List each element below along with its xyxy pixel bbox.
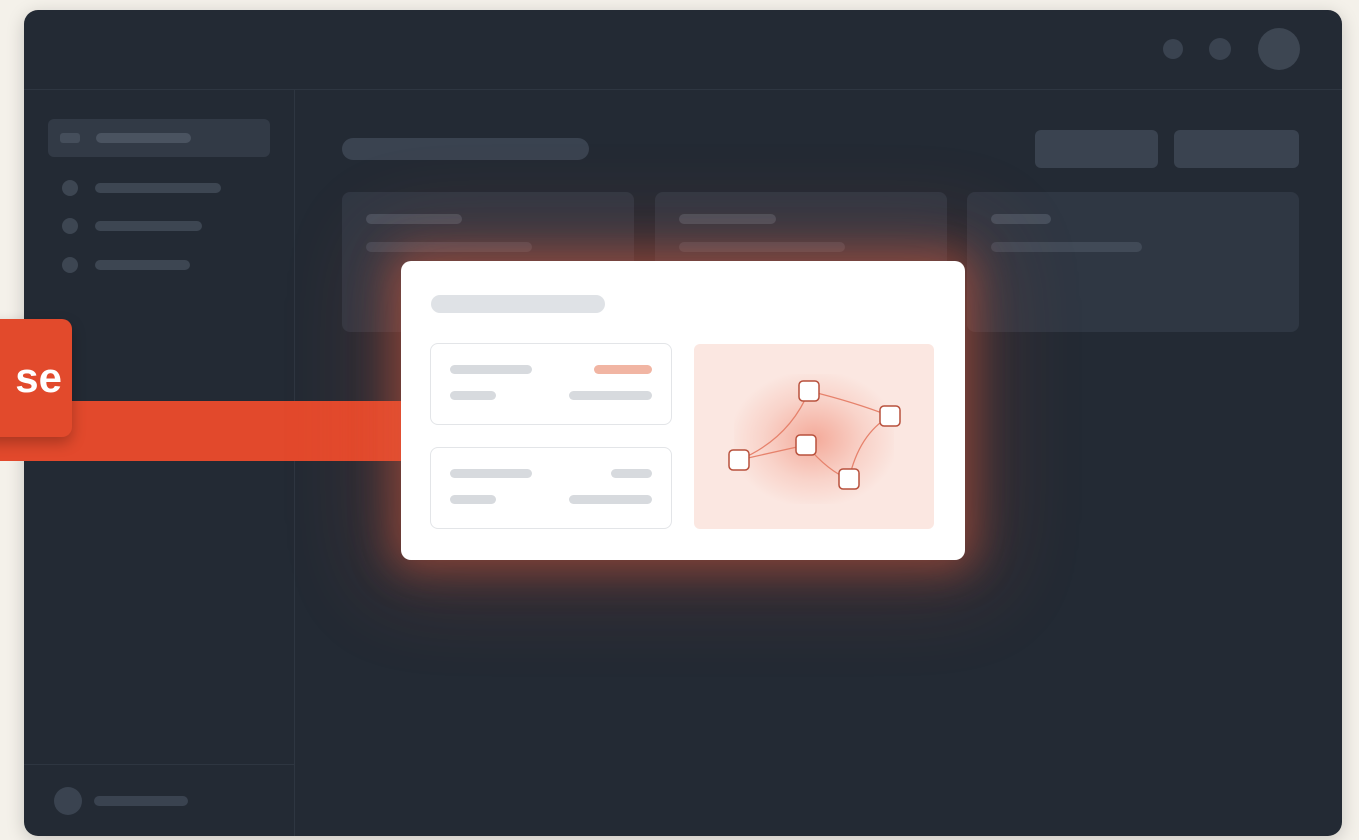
summary-card-3[interactable]	[967, 192, 1299, 332]
title-bar	[24, 10, 1342, 90]
graph-node	[728, 449, 750, 471]
list-item[interactable]	[430, 343, 672, 425]
sidebar-footer	[24, 764, 295, 836]
bullet-icon	[62, 257, 78, 273]
callout-tag: se	[0, 319, 72, 437]
notification-icon[interactable]	[1163, 39, 1183, 59]
item-value-placeholder	[569, 495, 652, 504]
header-button-secondary[interactable]	[1035, 130, 1158, 168]
user-avatar[interactable]	[1258, 28, 1300, 70]
menu-icon	[60, 133, 80, 143]
graph-node	[795, 434, 817, 456]
sidebar-item-label-placeholder	[95, 221, 202, 231]
graph-node	[798, 380, 820, 402]
item-value-placeholder	[569, 391, 652, 400]
page-title-placeholder	[342, 138, 589, 160]
sidebar	[24, 90, 295, 836]
graph-edge	[808, 390, 891, 417]
item-title-placeholder	[450, 365, 532, 374]
sidebar-item-label-placeholder	[96, 133, 191, 143]
list-item[interactable]	[430, 447, 672, 529]
sidebar-item-active[interactable]	[48, 119, 270, 157]
status-badge-placeholder	[611, 469, 652, 478]
profile-name-placeholder	[94, 796, 188, 806]
card-text-placeholder	[991, 242, 1142, 252]
bullet-icon	[62, 180, 78, 196]
network-graph-panel[interactable]	[694, 344, 934, 529]
graph-node	[838, 468, 860, 490]
card-text-placeholder	[366, 242, 532, 252]
card-title-placeholder	[679, 214, 776, 224]
card-text-placeholder	[679, 242, 845, 252]
profile-avatar[interactable]	[54, 787, 82, 815]
network-graph-icon	[728, 380, 901, 490]
highlighted-modal[interactable]	[401, 261, 965, 560]
status-badge-placeholder	[594, 365, 652, 374]
card-title-placeholder	[991, 214, 1051, 224]
sidebar-item-3[interactable]	[62, 216, 262, 236]
settings-icon[interactable]	[1209, 38, 1231, 60]
sidebar-item-label-placeholder	[95, 260, 190, 270]
sidebar-item-2[interactable]	[62, 178, 262, 198]
modal-title-placeholder	[431, 295, 605, 313]
sidebar-item-label-placeholder	[95, 183, 221, 193]
bullet-icon	[62, 218, 78, 234]
callout-label: se	[15, 354, 62, 401]
header-button-primary[interactable]	[1174, 130, 1299, 168]
item-title-placeholder	[450, 469, 532, 478]
sidebar-item-4[interactable]	[62, 255, 262, 275]
graph-node	[879, 405, 901, 427]
item-meta-placeholder	[450, 495, 496, 504]
card-title-placeholder	[366, 214, 462, 224]
item-meta-placeholder	[450, 391, 496, 400]
